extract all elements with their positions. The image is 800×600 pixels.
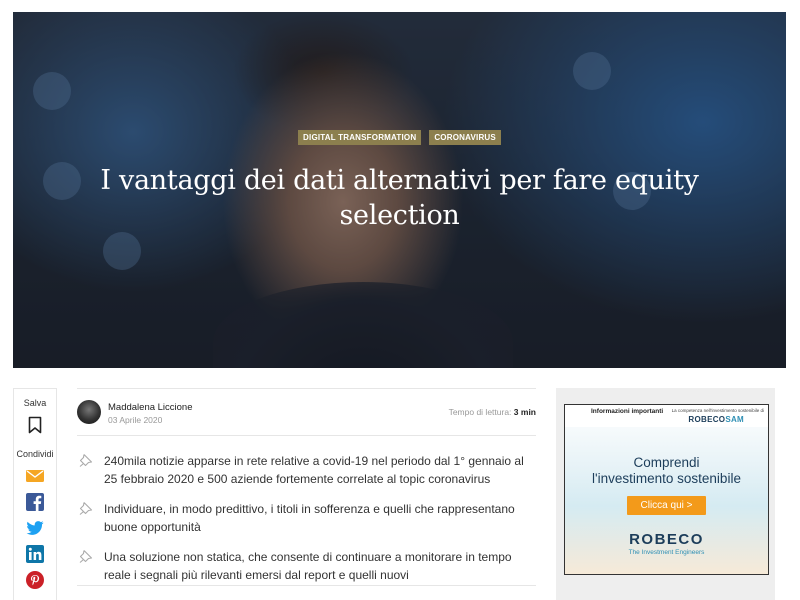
ad-brand-sam: SAM [725, 415, 744, 424]
email-icon[interactable] [26, 467, 44, 485]
pin-icon [79, 502, 93, 515]
save-label: Salva [23, 398, 47, 408]
linkedin-icon[interactable] [26, 545, 44, 563]
ad-container: Informazioni importanti La competenza ne… [556, 388, 775, 600]
article-title: I vantaggi dei dati alternativi per fare… [100, 165, 699, 231]
hero-image: DIGITAL TRANSFORMATION CORONAVIRUS I van… [13, 12, 786, 368]
summary-text: Individuare, in modo predittivo, i titol… [104, 502, 515, 534]
bookmark-icon[interactable] [28, 416, 42, 434]
article-body: Maddalena Liccione 03 Aprile 2020 Tempo … [77, 388, 536, 596]
share-label: Condividi [16, 449, 54, 459]
pin-icon [79, 454, 93, 467]
ad-headline: Comprendi l'investimento sostenibile [565, 455, 768, 487]
ad-brand-text: ROBECO [688, 415, 726, 424]
pinterest-icon[interactable] [26, 571, 44, 589]
ad-brand-logo: ROBECOSAM [688, 415, 744, 424]
hero-content: DIGITAL TRANSFORMATION CORONAVIRUS I van… [13, 130, 786, 233]
ad-info-link[interactable]: Informazioni importanti [591, 408, 663, 415]
read-time-value: 3 min [513, 407, 536, 417]
author-bar: Maddalena Liccione 03 Aprile 2020 Tempo … [77, 388, 536, 436]
share-sidebar: Salva Condividi [13, 388, 57, 600]
read-time-label: Tempo di lettura: [448, 407, 512, 417]
divider [77, 585, 536, 586]
ad-logo: ROBECO [629, 531, 704, 548]
hero-figure [213, 282, 513, 368]
author-name[interactable]: Maddalena Liccione [108, 402, 193, 413]
summary-text: Una soluzione non statica, che consente … [104, 550, 512, 582]
publish-date: 03 Aprile 2020 [108, 415, 163, 425]
ad-cta-button[interactable]: Clicca qui > [627, 496, 706, 515]
list-item: 240mila notizie apparse in rete relative… [77, 452, 536, 488]
tag-list: DIGITAL TRANSFORMATION CORONAVIRUS [13, 130, 786, 145]
avatar[interactable] [77, 400, 101, 424]
twitter-icon[interactable] [26, 519, 44, 537]
summary-text: 240mila notizie apparse in rete relative… [104, 454, 524, 486]
tag-coronavirus[interactable]: CORONAVIRUS [429, 130, 501, 145]
facebook-icon[interactable] [26, 493, 44, 511]
read-time: Tempo di lettura: 3 min [449, 407, 536, 417]
tag-digital-transformation[interactable]: DIGITAL TRANSFORMATION [298, 130, 422, 145]
ad-headline-line-1: Comprendi [633, 455, 700, 470]
summary-list: 240mila notizie apparse in rete relative… [77, 452, 536, 584]
ad-headline-line-2: l'investimento sostenibile [592, 471, 741, 486]
ad-tagline: La competenza nell'investimento sostenib… [671, 408, 764, 413]
list-item: Individuare, in modo predittivo, i titol… [77, 500, 536, 536]
ad-banner[interactable]: Informazioni importanti La competenza ne… [564, 404, 769, 575]
list-item: Una soluzione non statica, che consente … [77, 548, 536, 584]
pin-icon [79, 550, 93, 563]
ad-subtitle: The Investment Engineers [628, 549, 705, 556]
